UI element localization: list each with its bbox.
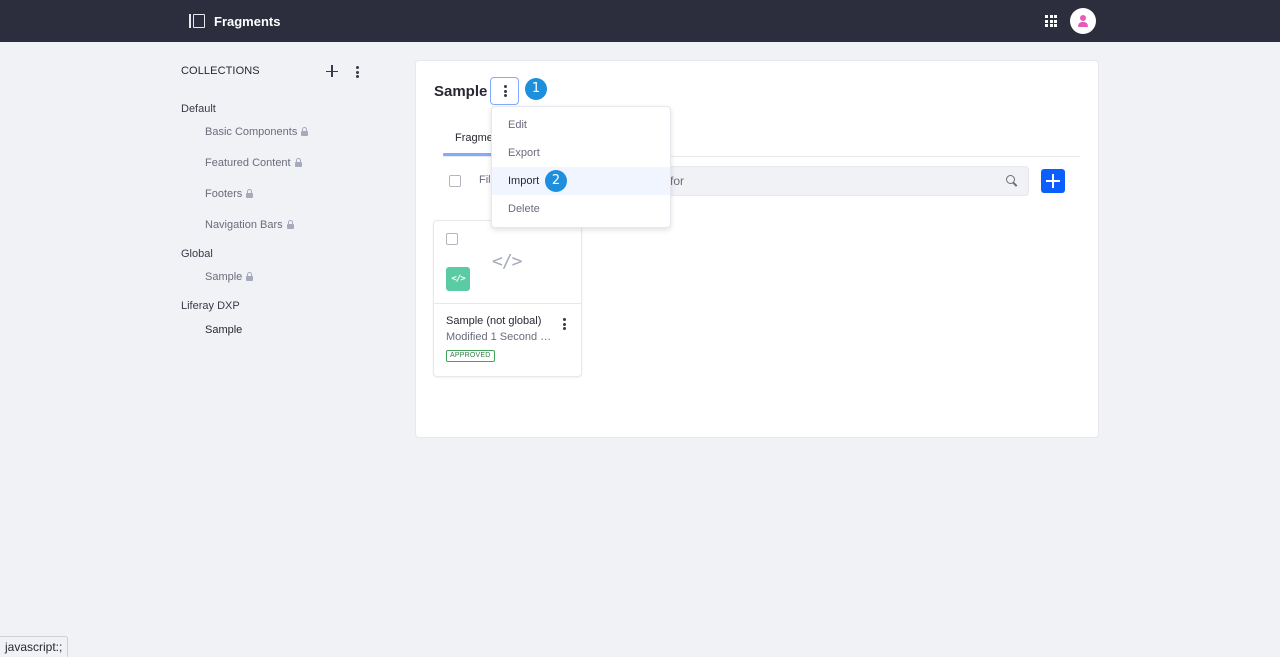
menu-item-import[interactable]: Import [492,167,670,195]
add-fragment-button[interactable] [1041,169,1065,193]
step-badge-2: 2 [545,170,567,192]
collection-actions-button[interactable] [490,77,519,105]
collections-options-icon[interactable] [351,65,363,79]
group-label-default: Default [181,103,216,115]
fragment-checkbox[interactable] [446,233,458,245]
step-badge-1: 1 [525,78,547,100]
sidebar-item-label: Featured Content [205,157,291,169]
user-icon [1080,15,1086,21]
user-avatar[interactable] [1070,8,1096,34]
fragment-modified: Modified 1 Second ago [446,331,552,343]
add-collection-button[interactable] [325,64,339,78]
top-navigation-bar: Fragments [0,0,1280,42]
sidebar-item-label: Sample [205,271,243,283]
sidebar-item-navigation-bars[interactable]: Navigation Bars [205,219,294,231]
code-icon: </> [492,251,522,272]
collections-heading: COLLECTIONS [181,65,260,77]
sidebar-item-global-sample[interactable]: Sample [205,271,254,283]
status-badge: APPROVED [446,350,495,362]
app-title: Fragments [214,14,281,29]
fragment-actions-icon[interactable] [558,317,570,331]
apps-grid-icon[interactable] [1045,15,1057,27]
sidebar-item-label: Basic Components [205,126,298,138]
group-label-liferay-dxp: Liferay DXP [181,300,240,312]
kebab-icon [499,84,511,98]
search-box [643,166,1029,196]
lock-icon [246,272,254,281]
browser-status-bar: javascript:; [0,636,69,657]
collection-actions-menu: Edit Export Import Delete [491,106,671,228]
menu-item-export[interactable]: Export [492,139,670,167]
lock-icon [301,127,309,136]
sidebar-item-basic-components[interactable]: Basic Components [205,126,309,138]
filter-dropdown[interactable]: Fil [479,174,491,186]
lock-icon [286,220,294,229]
fragment-name[interactable]: Sample (not global) [446,315,541,327]
product-menu-icon[interactable] [189,14,205,28]
search-icon[interactable] [1006,175,1018,187]
group-label-global: Global [181,248,213,260]
page-title: Sample [434,83,488,100]
card-divider [434,303,581,304]
menu-item-delete[interactable]: Delete [492,195,670,223]
sidebar-item-label: Navigation Bars [205,219,283,231]
tab-fragments[interactable]: Fragme [455,132,493,144]
select-all-checkbox[interactable] [449,175,461,187]
fragment-type-sticker: </> [446,267,470,291]
sidebar-item-label: Sample [205,324,243,336]
sidebar-item-dxp-sample[interactable]: Sample [205,324,242,336]
lock-icon [246,189,254,198]
search-input[interactable] [660,167,990,195]
sidebar-item-label: Footers [205,188,243,200]
lock-icon [294,158,302,167]
menu-item-edit[interactable]: Edit [492,111,670,139]
sidebar-item-footers[interactable]: Footers [205,188,254,200]
sidebar-item-featured-content[interactable]: Featured Content [205,157,302,169]
